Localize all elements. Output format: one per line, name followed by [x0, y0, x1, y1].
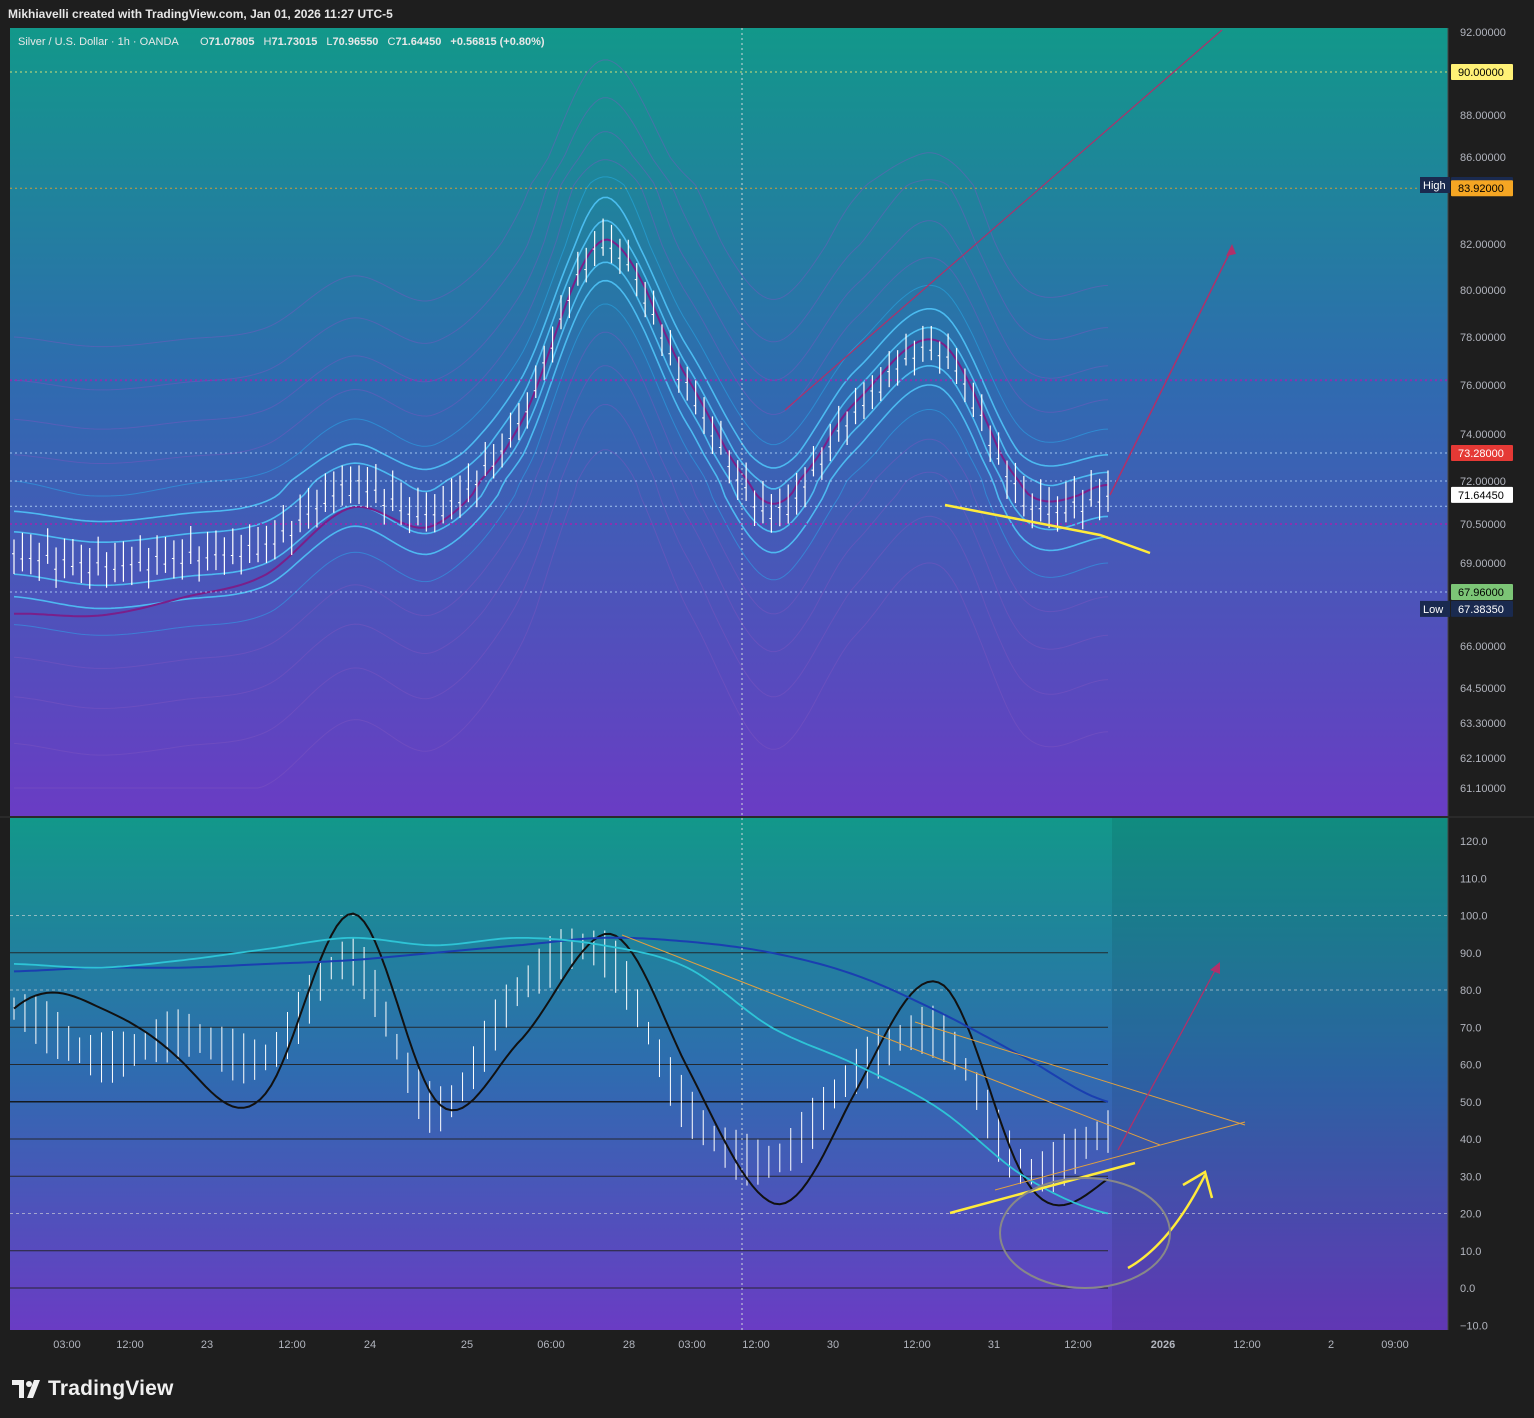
time-tick-label: 09:00	[1381, 1339, 1409, 1351]
price-badge-text: 83.92000	[1458, 183, 1504, 195]
time-tick-label: 12:00	[742, 1339, 770, 1351]
chart-canvas: 92.00000 88.00000 86.00000 82.00000 80.00000…	[0, 27, 1534, 1362]
osc-tick-label: 110.0	[1460, 873, 1487, 885]
time-tick-label: 24	[364, 1339, 376, 1351]
osc-tick-label: 60.0	[1460, 1060, 1481, 1072]
legend-bar: Silver / U.S. Dollar · 1h · OANDA O71.07…	[18, 36, 545, 48]
price-tick-label: 61.10000	[1460, 783, 1506, 795]
time-tick-label: 12:00	[903, 1339, 931, 1351]
legend-symbol: Silver / U.S. Dollar · 1h · OANDA	[18, 36, 179, 48]
price-badge-text: 67.96000	[1458, 587, 1504, 599]
price-badge-text: 67.38350	[1458, 604, 1504, 616]
price-tick-label: 86.00000	[1460, 152, 1506, 164]
time-tick-label: 06:00	[537, 1339, 565, 1351]
osc-tick-label: 80.0	[1460, 985, 1481, 997]
time-tick-label: 12:00	[116, 1339, 144, 1351]
extreme-label: High	[1423, 180, 1446, 192]
oscillator-pane[interactable]	[10, 818, 1448, 1330]
time-tick-label: 31	[988, 1339, 1000, 1351]
time-axis[interactable]: 03:00 12:00 23 12:00 24 25 06:00 28 03:00 12:00 30…	[0, 1330, 1534, 1362]
time-tick-label: 12:00	[1233, 1339, 1261, 1351]
time-tick-label: 30	[827, 1339, 839, 1351]
price-tick-label: 76.00000	[1460, 380, 1506, 392]
price-badge-text: 90.00000	[1458, 67, 1504, 79]
tradingview-logo-icon	[12, 1380, 40, 1398]
price-tick-label: 62.10000	[1460, 753, 1506, 765]
time-tick-label: 25	[461, 1339, 473, 1351]
pane-divider	[0, 816, 1534, 818]
price-tick-label: 64.50000	[1460, 683, 1506, 695]
osc-tick-label: 50.0	[1460, 1097, 1481, 1109]
osc-tick-label: 20.0	[1460, 1209, 1481, 1221]
main-pane[interactable]	[10, 28, 1448, 816]
price-tick-label: 80.00000	[1460, 285, 1506, 297]
price-badge-text: 73.28000	[1458, 448, 1504, 460]
time-tick-label: 28	[623, 1339, 635, 1351]
osc-tick-label: 30.0	[1460, 1171, 1481, 1183]
price-tick-label: 92.00000	[1460, 27, 1506, 39]
credit-text: Mikhiavelli created with TradingView.com…	[8, 7, 393, 21]
price-badge-text: 71.64450	[1458, 490, 1504, 502]
price-tick-label: 70.50000	[1460, 519, 1506, 531]
price-tick-label: 63.30000	[1460, 718, 1506, 730]
osc-tick-label: 120.0	[1460, 836, 1488, 848]
price-tick-label: 74.00000	[1460, 429, 1506, 441]
time-tick-label: 03:00	[678, 1339, 706, 1351]
time-tick-label: 23	[201, 1339, 213, 1351]
time-tick-label: 12:00	[1064, 1339, 1092, 1351]
brand-name: TradingView	[48, 1377, 174, 1400]
price-tick-label: 69.00000	[1460, 558, 1506, 570]
osc-tick-label: 10.0	[1460, 1246, 1481, 1258]
time-tick-label: 12:00	[278, 1339, 306, 1351]
time-tick-label: 2	[1328, 1339, 1334, 1351]
osc-tick-label: 0.0	[1460, 1283, 1475, 1295]
extreme-label: Low	[1423, 604, 1443, 616]
osc-tick-label: 40.0	[1460, 1134, 1481, 1146]
time-tick-label: 2026	[1151, 1339, 1175, 1351]
osc-tick-label: 90.0	[1460, 948, 1481, 960]
price-tick-label: 78.00000	[1460, 332, 1506, 344]
price-tick-label: 88.00000	[1460, 110, 1506, 122]
price-tick-label: 66.00000	[1460, 641, 1506, 653]
osc-axis[interactable]: 120.0 110.0 100.0 90.0 80.0 70.0 60.0 50.0 40.0 3…	[1447, 818, 1534, 1332]
price-tick-label: 72.00000	[1460, 476, 1506, 488]
osc-tick-label: 70.0	[1460, 1022, 1481, 1034]
legend-ohlc: O71.07805 H71.73015 L70.96550 C71.64450 …	[200, 36, 545, 48]
price-tick-label: 82.00000	[1460, 239, 1506, 251]
header-bar: Mikhiavelli created with TradingView.com…	[0, 0, 1534, 28]
footer-bar: TradingView	[0, 1362, 1534, 1418]
time-tick-label: 03:00	[53, 1339, 81, 1351]
osc-tick-label: 100.0	[1460, 911, 1488, 923]
